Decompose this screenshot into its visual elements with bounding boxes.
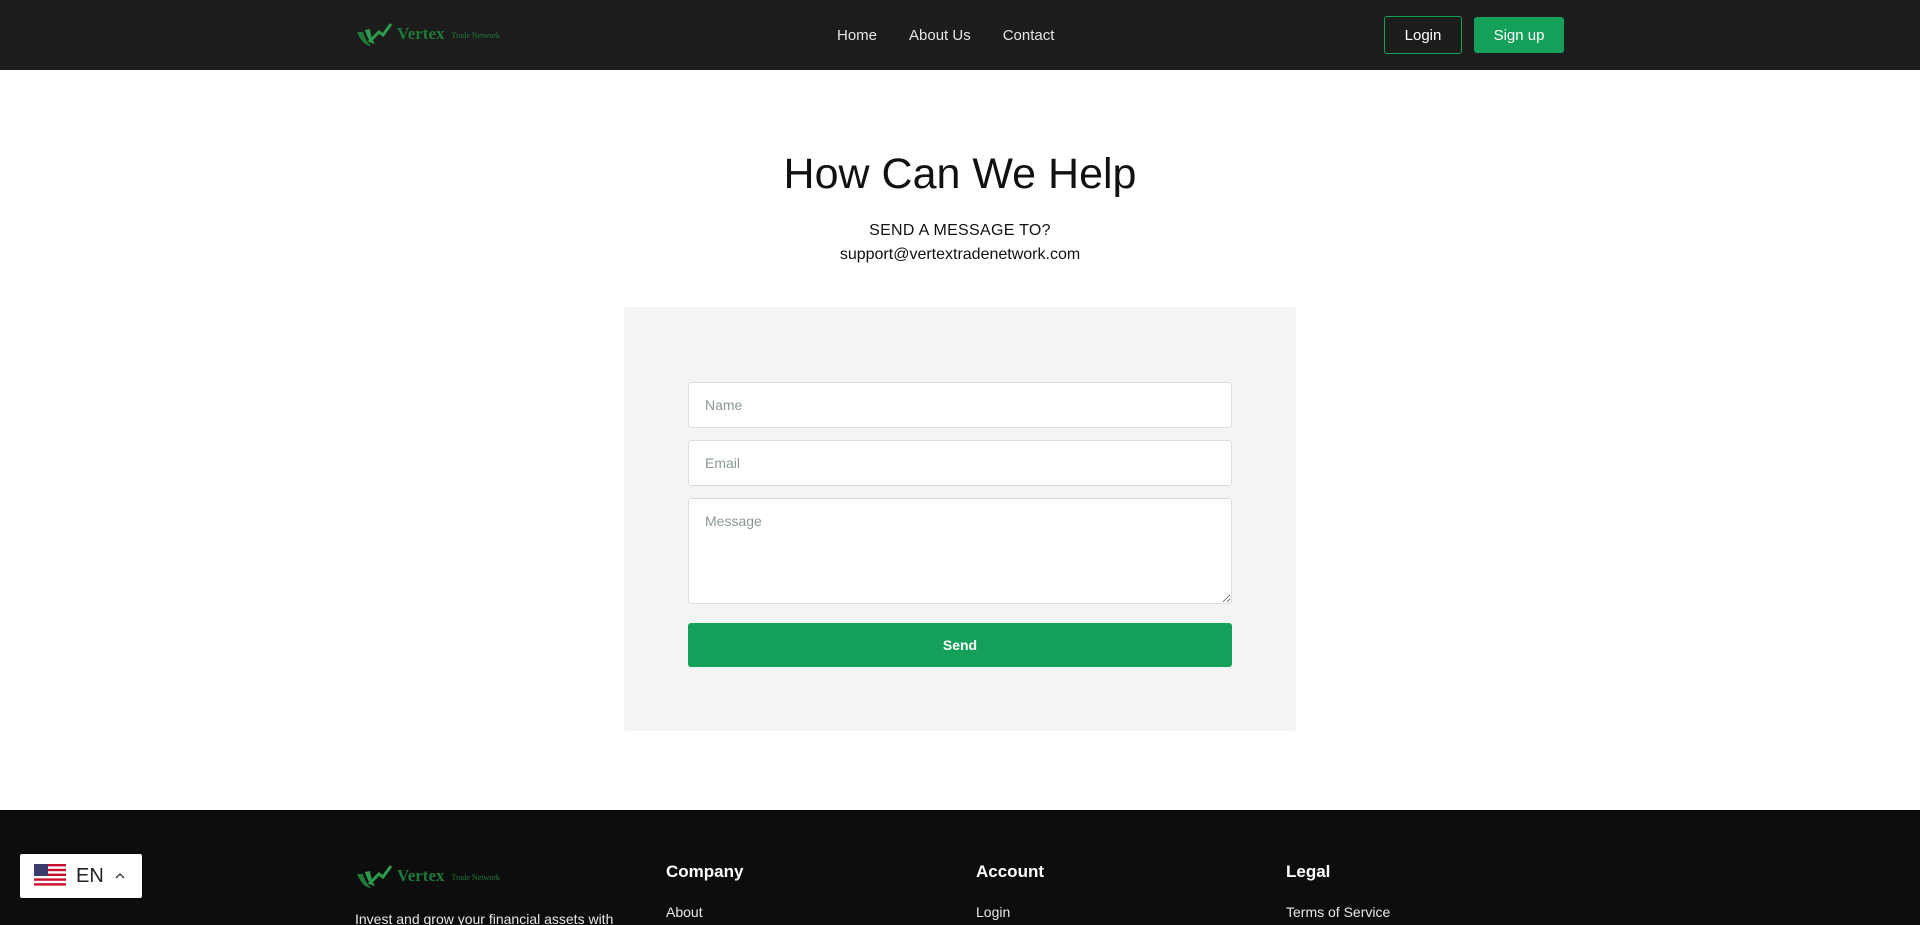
brand-name: Vertex bbox=[397, 24, 445, 43]
footer-brand-logo[interactable]: Vertex Trade Network bbox=[355, 862, 500, 890]
logo-leaf-icon bbox=[357, 23, 393, 46]
email-field[interactable] bbox=[688, 440, 1232, 486]
support-email: support@vertextradenetwork.com bbox=[839, 246, 1081, 263]
page-title: How Can We Help bbox=[783, 150, 1137, 198]
footer-brand-sub: Trade Network bbox=[451, 873, 500, 882]
contact-form: Send bbox=[624, 307, 1296, 731]
footer-tagline: Invest and grow your financial assets wi… bbox=[355, 911, 614, 925]
footer-brand-name: Vertex bbox=[397, 866, 445, 885]
footer-heading-legal: Legal bbox=[1286, 862, 1331, 881]
main-nav: Home About Us Contact bbox=[837, 0, 1054, 70]
footer-column-company: Company About bbox=[666, 862, 743, 920]
site-footer: Vertex Trade Network Invest and grow you… bbox=[0, 810, 1920, 925]
us-flag-icon bbox=[34, 864, 66, 888]
footer-link-about[interactable]: About bbox=[666, 904, 743, 920]
footer-column-account: Account Login bbox=[976, 862, 1044, 920]
footer-link-terms[interactable]: Terms of Service bbox=[1286, 904, 1390, 920]
send-button[interactable]: Send bbox=[688, 623, 1232, 667]
footer-link-login[interactable]: Login bbox=[976, 904, 1044, 920]
language-code: EN bbox=[76, 864, 104, 887]
footer-heading-company: Company bbox=[666, 862, 744, 881]
nav-contact[interactable]: Contact bbox=[1003, 27, 1055, 44]
page-subtitle: SEND A MESSAGE TO? bbox=[869, 222, 1051, 239]
message-field[interactable] bbox=[688, 498, 1232, 604]
name-field[interactable] bbox=[688, 382, 1232, 428]
logo-leaf-icon bbox=[357, 865, 393, 888]
chevron-up-icon bbox=[115, 872, 125, 879]
brand-sub: Trade Network bbox=[451, 31, 500, 40]
top-navbar: Vertex Trade Network Home About Us Conta… bbox=[0, 0, 1920, 70]
nav-home[interactable]: Home bbox=[837, 27, 877, 44]
footer-column-legal: Legal Terms of Service bbox=[1286, 862, 1390, 920]
brand-logo[interactable]: Vertex Trade Network bbox=[355, 20, 500, 48]
signup-button[interactable]: Sign up bbox=[1474, 17, 1564, 53]
login-button[interactable]: Login bbox=[1384, 16, 1462, 54]
language-selector[interactable]: EN bbox=[20, 854, 142, 898]
nav-about-us[interactable]: About Us bbox=[909, 27, 971, 44]
footer-heading-account: Account bbox=[976, 862, 1044, 881]
